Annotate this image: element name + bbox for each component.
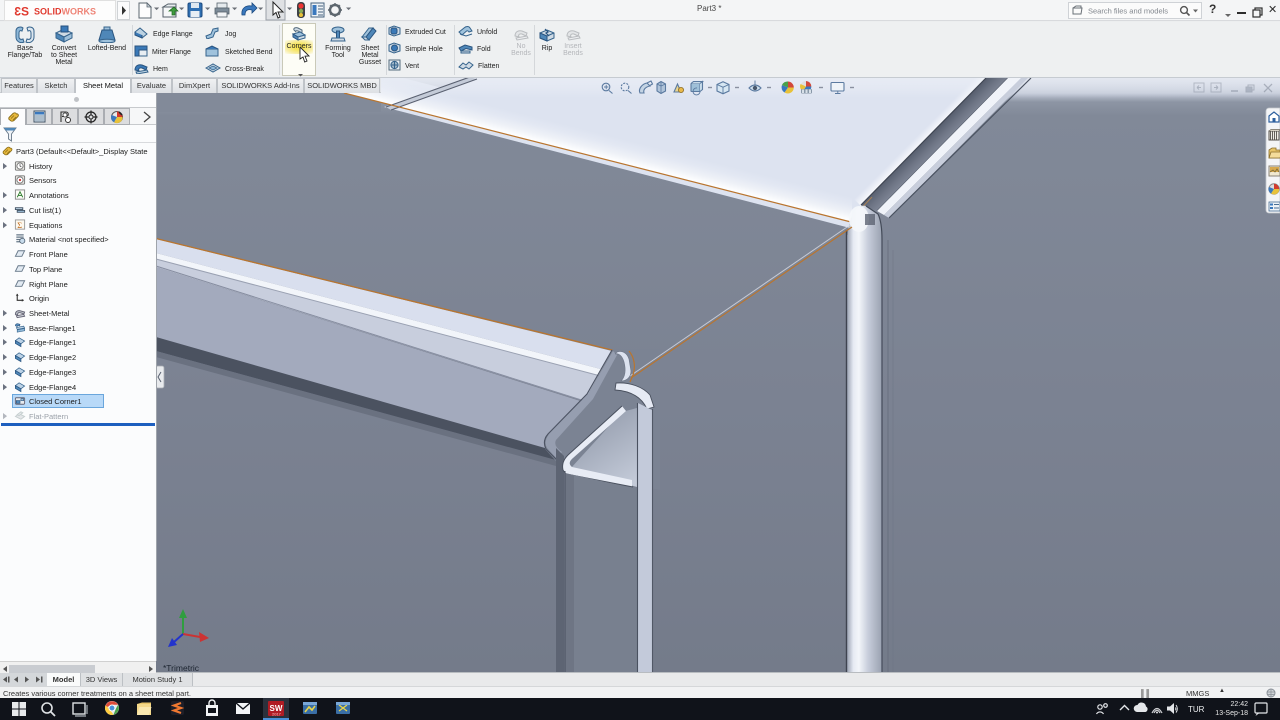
svg-text:3: 3	[14, 5, 21, 19]
svg-text:TUR: TUR	[1188, 705, 1205, 714]
svg-text:S: S	[21, 5, 29, 19]
svg-text:2017: 2017	[272, 712, 282, 717]
svg-text:SOLIDWORKS: SOLIDWORKS	[34, 7, 96, 17]
svg-text:*Trimetric: *Trimetric	[163, 663, 200, 672]
svg-text:Search files and models: Search files and models	[1088, 7, 1168, 16]
